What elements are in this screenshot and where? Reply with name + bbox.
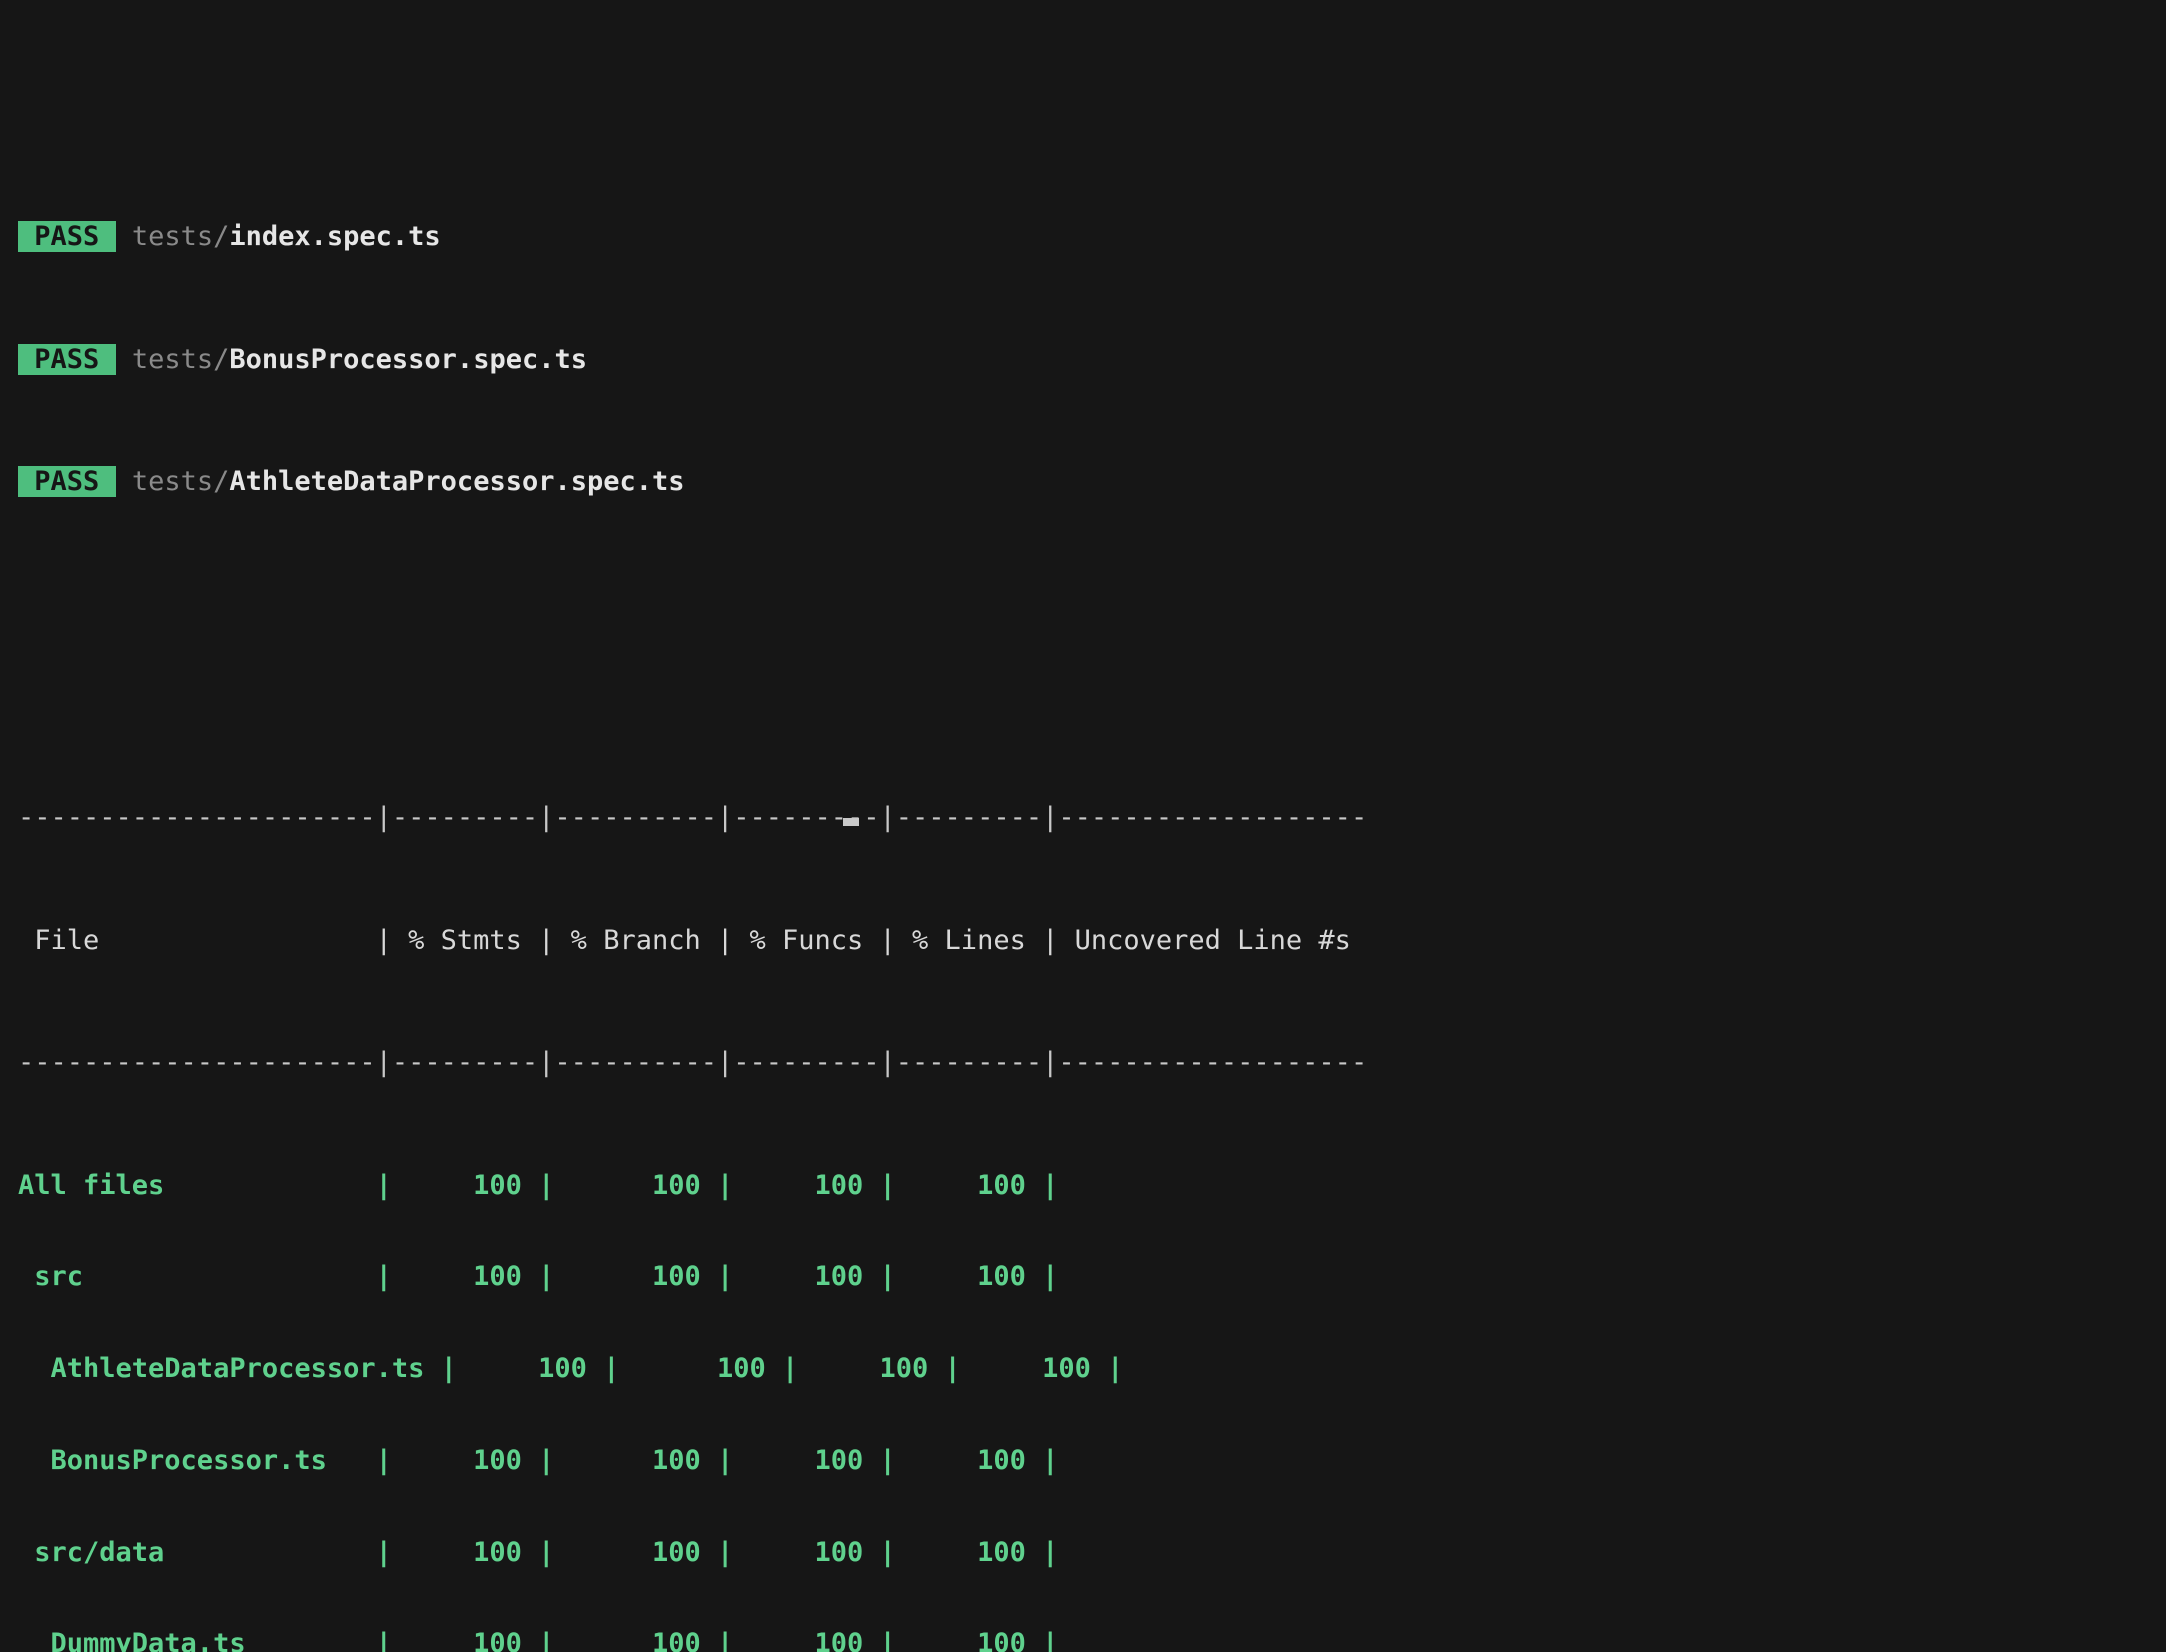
terminal-output: PASS tests/index.spec.ts PASS tests/Bonu… [0,0,2166,1652]
suite-directory: tests/ [131,221,230,253]
table-row: AthleteDataProcessor.ts | 100 | 100 | 10… [18,1353,1124,1385]
test-suite-list: PASS tests/index.spec.ts PASS tests/Bonu… [0,130,2166,589]
suite-filename: AthleteDataProcessor.spec.ts [229,465,685,497]
coverage-table: ----------------------|---------|-------… [0,712,2166,1652]
suite-filename: index.spec.ts [229,221,441,253]
table-row: All files | 100 | 100 | 100 | 100 | [18,1169,1059,1201]
test-suite-row: PASS tests/BonusProcessor.spec.ts [18,343,2166,376]
test-suite-row: PASS tests/AthleteDataProcessor.spec.ts [18,465,2166,498]
suite-filename: BonusProcessor.spec.ts [229,343,587,375]
suite-directory: tests/ [131,343,230,375]
pass-badge: PASS [18,221,116,253]
test-suite-row: PASS tests/index.spec.ts [18,221,2166,253]
terminal-cursor [843,818,859,826]
pass-badge: PASS [18,465,116,497]
table-header-row: File | % Stmts | % Branch | % Funcs | % … [18,924,1351,956]
table-rule-top: ----------------------|---------|-------… [18,802,1368,834]
table-row: src/data | 100 | 100 | 100 | 100 | [18,1536,1059,1568]
table-row: DummyData.ts | 100 | 100 | 100 | 100 | [18,1628,1059,1652]
table-row: src | 100 | 100 | 100 | 100 | [18,1261,1059,1293]
suite-directory: tests/ [131,465,230,497]
table-rule-mid: ----------------------|---------|-------… [18,1047,1368,1079]
pass-badge: PASS [18,343,116,375]
table-row: BonusProcessor.ts | 100 | 100 | 100 | 10… [18,1444,1059,1476]
